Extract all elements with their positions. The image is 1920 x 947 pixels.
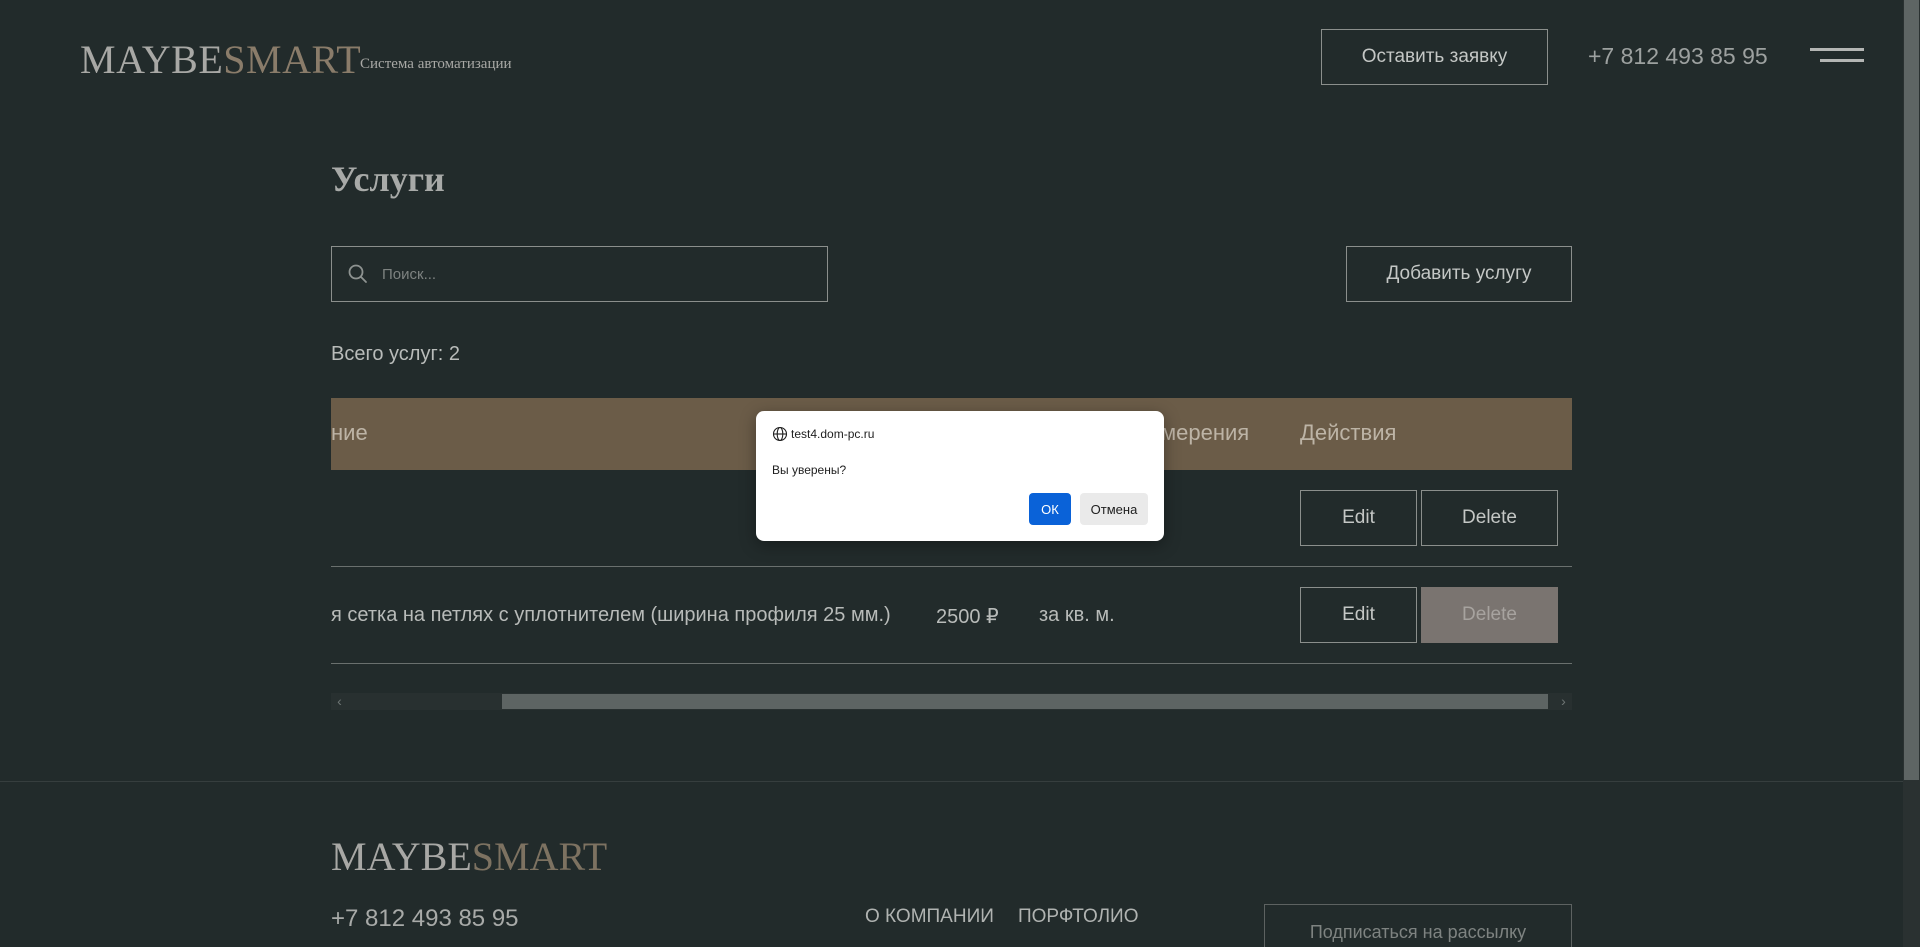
page-scrollbar-thumb[interactable] (1904, 0, 1919, 780)
page-vertical-scrollbar[interactable] (1903, 0, 1920, 947)
ok-button[interactable]: ОК (1029, 493, 1071, 525)
confirm-dialog: test4.dom-pc.ru Вы уверены? ОК Отмена (756, 411, 1164, 541)
dialog-origin: test4.dom-pc.ru (791, 427, 875, 441)
dialog-message: Вы уверены? (772, 463, 847, 477)
globe-icon (772, 426, 788, 442)
cancel-button[interactable]: Отмена (1080, 493, 1148, 525)
